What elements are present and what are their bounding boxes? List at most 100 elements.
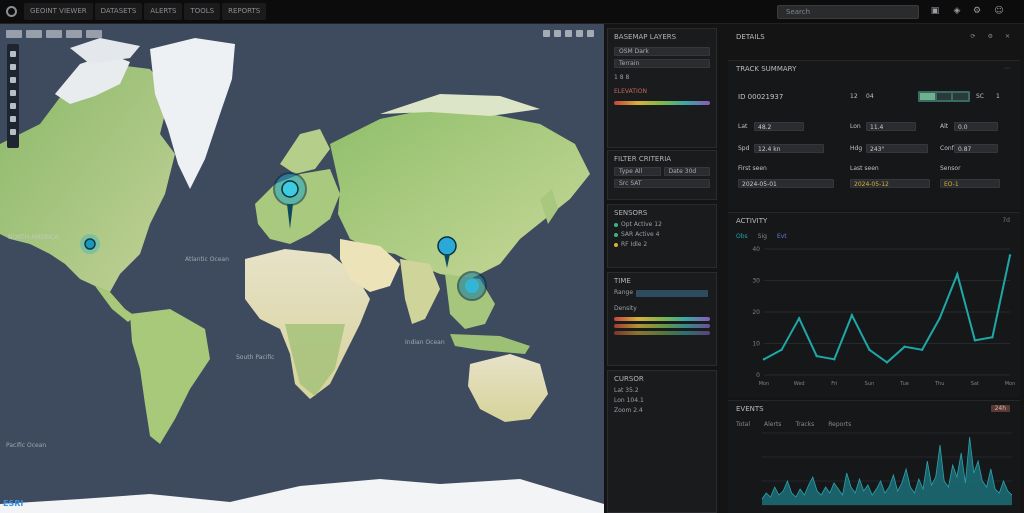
share-icon[interactable]: [576, 30, 583, 37]
track-summary-section: TRACK SUMMARY ⋯ ID 00021937 12 04 SC 1 L…: [728, 60, 1020, 210]
line-chart-xtick-6: Sun: [865, 381, 875, 387]
fullscreen-icon[interactable]: [10, 116, 16, 122]
map-tool-print-icon[interactable]: [86, 30, 102, 38]
line-chart-xtick-8: Tue: [899, 381, 909, 387]
badge-1: 04: [866, 93, 874, 100]
line-chart-xtick-2: Wed: [794, 381, 805, 387]
tab-2[interactable]: ALERTS: [144, 3, 183, 20]
activity-section: ACTIVITY 7d Obs Sig Evt 0 10 20 30 40 Mon Wed F…: [728, 212, 1020, 398]
cursor-zoom: Zoom 2.4: [614, 407, 643, 414]
overlay-select[interactable]: Terrain: [614, 59, 710, 68]
field-first-value: 2024-05-01: [742, 181, 777, 188]
line-chart-point-13: [991, 336, 994, 339]
close-icon[interactable]: ✕: [1005, 33, 1010, 40]
landmass-scandinavia: [280, 129, 330, 174]
time-range-slider[interactable]: [636, 290, 708, 297]
basemap-select[interactable]: OSM Dark: [614, 47, 710, 56]
compass-icon[interactable]: [10, 103, 16, 109]
view-toggle-c[interactable]: [953, 93, 969, 100]
field-first-box[interactable]: 2024-05-01: [738, 179, 834, 188]
view-toggle-a[interactable]: [920, 93, 935, 100]
filter-items: Type All Date 30d: [614, 167, 710, 176]
line-chart-point-0: [762, 358, 766, 361]
line-chart-ytick-3: 30: [752, 278, 760, 285]
track-summary-menu-icon[interactable]: ⋯: [1004, 65, 1010, 72]
details-header: DETAILS ⟳ ⚙ ✕: [730, 24, 1024, 52]
view-toggle-b[interactable]: [936, 93, 952, 100]
field-hdg-value: 243°: [870, 146, 885, 153]
ocean-label-4: South Pacific: [236, 354, 275, 361]
marker-north-america[interactable]: [80, 234, 100, 254]
filters-panel: FILTER CRITERIA Type All Date 30d Src SA…: [607, 150, 717, 200]
field-hdg-box[interactable]: 243°: [866, 144, 928, 153]
line-chart-point-7: [885, 361, 889, 364]
filter-date-value: 30d: [684, 168, 697, 175]
filter-date[interactable]: Date 30d: [663, 167, 710, 176]
map-tool-measure-icon[interactable]: [26, 30, 42, 38]
sensor-row-0: Opt Active 12: [614, 221, 710, 231]
field-alt-box[interactable]: 0.0: [954, 122, 998, 131]
track-id: ID 00021937: [738, 93, 784, 101]
grid-icon[interactable]: [554, 30, 561, 37]
marker-southeast-asia[interactable]: [457, 271, 487, 301]
field-lon-box[interactable]: 11.4: [866, 122, 916, 131]
tab-1[interactable]: DATASETS: [94, 3, 143, 20]
field-sensor-value: EO-1: [944, 181, 959, 188]
field-sensor-box[interactable]: EO-1: [940, 179, 1000, 188]
layers-toggle-icon[interactable]: [10, 129, 16, 135]
filter-source-value: SAT: [630, 180, 642, 187]
tab-4[interactable]: REPORTS: [222, 3, 267, 20]
map-tool-pan-icon[interactable]: [6, 30, 22, 38]
field-alt-value: 0.0: [958, 124, 968, 131]
tab-3[interactable]: TOOLS: [184, 3, 221, 20]
field-alt-key: Alt: [940, 123, 949, 130]
landmass-indonesia: [450, 334, 530, 354]
zoom-out-icon[interactable]: [10, 64, 16, 70]
notification-icon[interactable]: ▣: [930, 6, 940, 16]
search-input[interactable]: Search: [777, 5, 919, 19]
top-bar: GEOINT VIEWER DATASETS ALERTS TOOLS REPO…: [0, 0, 1024, 24]
field-lon-key: Lon: [850, 123, 861, 130]
sensor-row-1: SAR Active 4: [614, 231, 710, 241]
field-last-value: 2024-05-12: [854, 181, 889, 188]
sensor-1-key: SAR: [621, 231, 634, 238]
field-lat-box[interactable]: 48.2: [754, 122, 804, 131]
basemap-icon[interactable]: [543, 30, 550, 37]
map-tool-draw-icon[interactable]: [46, 30, 62, 38]
map-tool-select-icon[interactable]: [66, 30, 82, 38]
activity-line-chart: 0 10 20 30 40 Mon Wed Fri Sun Tue Thu Sat Mon: [752, 246, 1016, 387]
expand-icon[interactable]: [587, 30, 594, 37]
time-range-row: Range: [614, 289, 710, 299]
line-chart-point-12: [973, 339, 977, 342]
layers-icon[interactable]: ◈: [952, 6, 962, 16]
tab-0[interactable]: GEOINT VIEWER: [24, 3, 93, 20]
field-spd-box[interactable]: 12.4 kn: [754, 144, 824, 153]
settings-icon[interactable]: ⚙: [972, 6, 982, 16]
legend-icon[interactable]: [565, 30, 572, 37]
line-chart-xtick-12: Sat: [971, 381, 979, 387]
home-icon[interactable]: [10, 77, 16, 83]
filter-type[interactable]: Type All: [614, 167, 661, 176]
field-conf-value: 0.87: [958, 146, 972, 153]
density-bar-1: [614, 317, 710, 321]
ocean-label-3: Indian Ocean: [405, 339, 445, 346]
zoom-in-icon[interactable]: [10, 51, 16, 57]
refresh-icon[interactable]: ⟳: [971, 33, 976, 40]
details-settings-icon[interactable]: ⚙: [988, 33, 993, 40]
view-toggle[interactable]: [918, 91, 970, 102]
field-last-box[interactable]: 2024-05-12: [850, 179, 930, 188]
sensor-2-value: Idle 2: [630, 241, 648, 248]
density-bar-3: [614, 331, 710, 335]
sensor-1-value: Active 4: [635, 231, 660, 238]
badge-3: 1: [996, 93, 1000, 100]
user-icon[interactable]: ☺: [994, 6, 1004, 16]
field-conf-box[interactable]: 0.87: [954, 144, 998, 153]
field-first-key: First seen: [738, 165, 767, 172]
layers-count: 1 8 8: [614, 74, 630, 81]
time-panel-title: TIME: [614, 277, 631, 285]
world-map[interactable]: NORTH AMERICA Pacific Ocean Atlantic Oce…: [0, 24, 604, 513]
line-chart-xtick-14: Mon: [1005, 381, 1016, 387]
filter-source[interactable]: Src SAT: [614, 179, 710, 188]
locate-icon[interactable]: [10, 90, 16, 96]
field-lat-key: Lat: [738, 123, 748, 130]
